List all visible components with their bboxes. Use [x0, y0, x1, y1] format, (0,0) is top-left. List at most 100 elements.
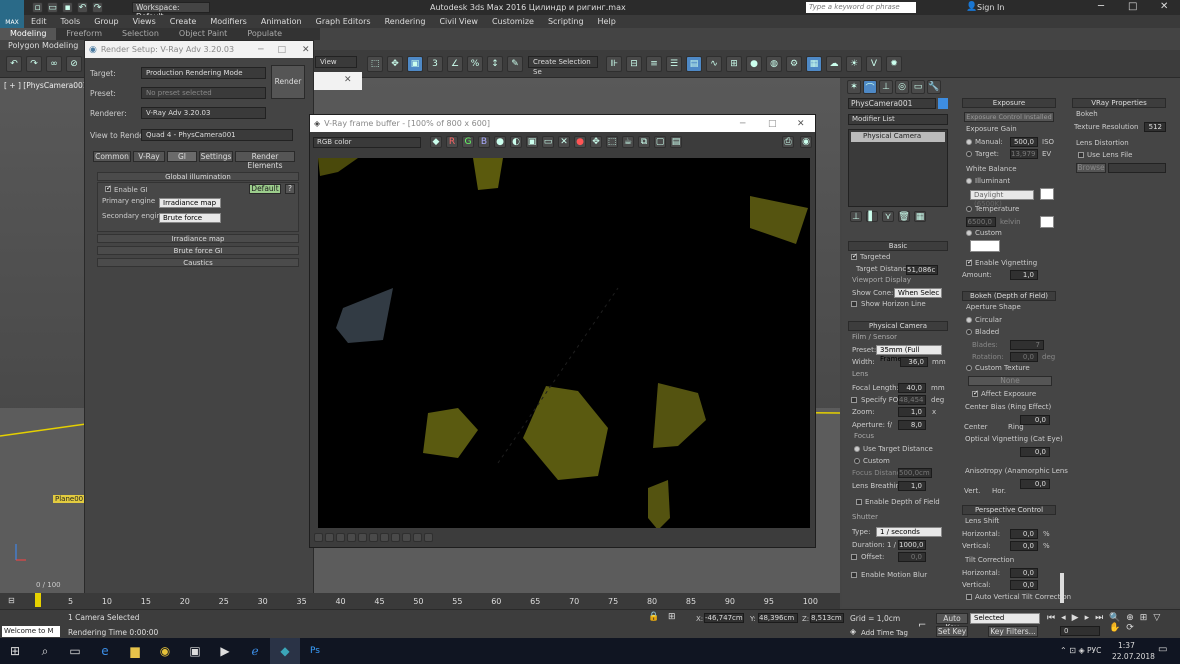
maximize-icon[interactable]: □: [768, 119, 777, 129]
pan-icon[interactable]: ✋: [1109, 623, 1120, 633]
zoom-extents-icon[interactable]: ⊞: [1140, 613, 1148, 623]
caustics-rollout[interactable]: Caustics: [97, 258, 299, 267]
specify-fov-checkbox[interactable]: [851, 397, 857, 403]
app-logo[interactable]: MAX: [0, 0, 24, 28]
link-icon[interactable]: ∞: [46, 56, 62, 72]
shift-vertical-spinner[interactable]: 0,0: [1010, 541, 1038, 551]
rendered-frame-window-icon[interactable]: ▦: [806, 56, 822, 72]
schematic-icon[interactable]: ⊞: [726, 56, 742, 72]
view-to-render-dropdown[interactable]: Quad 4 - PhysCamera001: [141, 129, 293, 141]
absolute-mode-icon[interactable]: ⊞: [668, 612, 676, 622]
tab-selection[interactable]: Selection: [112, 28, 169, 40]
tilt-horizontal-spinner[interactable]: 0,0: [1010, 568, 1038, 578]
tab-freeform[interactable]: Freeform: [56, 28, 112, 40]
previous-frame-icon[interactable]: ◂: [1061, 613, 1066, 623]
perspective-control-rollout-header[interactable]: Perspective Control: [962, 505, 1056, 515]
shift-horizontal-spinner[interactable]: 0,0: [1010, 529, 1038, 539]
remove-modifier-icon[interactable]: 🗑: [898, 211, 910, 222]
reference-coord-dropdown[interactable]: View: [315, 56, 357, 68]
blue-channel-button[interactable]: B: [478, 136, 490, 148]
film-preset-dropdown[interactable]: 35mm (Full Frame: [876, 345, 942, 363]
layer-icon[interactable]: ≡: [646, 56, 662, 72]
mono-icon[interactable]: ◐: [510, 136, 522, 148]
manual-radio[interactable]: [966, 139, 972, 145]
render-setup-titlebar[interactable]: ◉ Render Setup: V-Ray Adv 3.20.03 ─ □ ✕: [85, 41, 313, 58]
texture-resolution-spinner[interactable]: 512: [1144, 122, 1166, 132]
photoshop-icon[interactable]: Ps: [300, 638, 330, 664]
center-bias-spinner[interactable]: 0,0: [1020, 415, 1050, 425]
menu-help[interactable]: Help: [591, 15, 623, 28]
modifier-stack[interactable]: Physical Camera: [848, 129, 948, 207]
tab-render-elements[interactable]: Render Elements: [235, 151, 295, 170]
maximize-icon[interactable]: □: [1128, 1, 1137, 12]
texture-none-button[interactable]: None: [968, 376, 1052, 386]
bladed-radio[interactable]: [966, 329, 972, 335]
timeline-config-icon[interactable]: ⊟: [8, 596, 15, 605]
edit-named-selection-icon[interactable]: ✎: [507, 56, 523, 72]
menu-views[interactable]: Views: [126, 15, 163, 28]
hierarchy-tab-icon[interactable]: ⊥: [879, 80, 893, 94]
motion-blur-checkbox[interactable]: [851, 572, 857, 578]
alpha-icon[interactable]: ●: [494, 136, 506, 148]
default-mode-button[interactable]: Default: [249, 184, 281, 194]
physical-camera-rollout-header[interactable]: Physical Camera: [848, 321, 948, 331]
menu-edit[interactable]: Edit: [24, 15, 54, 28]
spinner-snap-icon[interactable]: ↕: [487, 56, 503, 72]
ocio-icon[interactable]: [380, 533, 389, 542]
rotation-spinner[interactable]: 0,0: [1010, 352, 1038, 362]
iso-spinner[interactable]: 500,0: [1010, 137, 1038, 147]
color-picker-icon[interactable]: ◆: [430, 136, 442, 148]
sign-in-link[interactable]: Sign In: [977, 3, 1004, 12]
temperature-radio[interactable]: [966, 206, 972, 212]
tab-gi[interactable]: GI: [167, 151, 197, 162]
pin-stack-icon[interactable]: ⊥: [850, 211, 862, 222]
minimize-icon[interactable]: ─: [740, 119, 745, 129]
object-name-input[interactable]: PhysCamera001: [848, 98, 936, 109]
material-editor-slate-icon[interactable]: ◍: [766, 56, 782, 72]
3ds-max-taskbar-icon[interactable]: ◆: [270, 638, 300, 664]
close-icon[interactable]: ✕: [797, 119, 805, 129]
primary-engine-dropdown[interactable]: Irradiance map: [159, 198, 221, 208]
mirror-icon[interactable]: ⊪: [606, 56, 622, 72]
bokeh-rollout-header[interactable]: Bokeh (Depth of Field): [962, 291, 1056, 301]
history-icon[interactable]: ▤: [670, 136, 682, 148]
menu-create[interactable]: Create: [163, 15, 204, 28]
custom-wb-swatch[interactable]: [970, 240, 1000, 252]
compare-icon[interactable]: [424, 533, 433, 542]
menu-rendering[interactable]: Rendering: [378, 15, 433, 28]
lock-selection-icon[interactable]: 🔒: [648, 612, 659, 622]
tab-common[interactable]: Common: [93, 151, 131, 162]
align-icon[interactable]: ⊟: [626, 56, 642, 72]
search-input[interactable]: Type a keyword or phrase: [806, 2, 916, 13]
vray-toolbar-icon[interactable]: V: [866, 56, 882, 72]
modify-tab-icon[interactable]: ⌒: [863, 80, 877, 94]
modifier-list-dropdown[interactable]: Modifier List: [848, 114, 948, 125]
show-horizon-checkbox[interactable]: [851, 301, 857, 307]
chrome-icon[interactable]: ◉: [150, 638, 180, 664]
fov-icon[interactable]: ▽: [1153, 613, 1160, 623]
new-icon[interactable]: ▫: [32, 2, 43, 13]
illuminant-color-swatch[interactable]: [1040, 188, 1054, 200]
ribbon-toggle-icon[interactable]: ▤: [686, 56, 702, 72]
time-tag-icon[interactable]: ◈: [850, 627, 856, 636]
render-iterative-icon[interactable]: ☀: [846, 56, 862, 72]
auto-key-button[interactable]: Auto Key: [936, 613, 968, 632]
redo-icon[interactable]: ↷: [92, 2, 103, 13]
link-to-vfb-icon[interactable]: ⧉: [638, 136, 650, 148]
clock-date[interactable]: 22.07.2018: [1112, 652, 1155, 661]
pixel-info-icon[interactable]: [391, 533, 400, 542]
scale-icon[interactable]: ⬚: [367, 56, 383, 72]
named-selection-dropdown[interactable]: Create Selection Se: [528, 56, 598, 76]
load-image-icon[interactable]: ▭: [542, 136, 554, 148]
vray-light-icon[interactable]: ✹: [886, 56, 902, 72]
menu-civil-view[interactable]: Civil View: [432, 15, 485, 28]
undo-icon[interactable]: ↶: [6, 56, 22, 72]
stack-item-physical-camera[interactable]: Physical Camera: [851, 132, 945, 142]
show-end-result-icon[interactable]: ▌: [866, 211, 878, 222]
render-button[interactable]: Render: [271, 65, 305, 99]
menu-animation[interactable]: Animation: [254, 15, 309, 28]
zoom-all-icon[interactable]: ⊕: [1126, 613, 1134, 623]
go-to-end-icon[interactable]: ⏭: [1095, 613, 1103, 623]
show-cone-dropdown[interactable]: When Selec: [894, 288, 942, 298]
aperture-spinner[interactable]: 8,0: [898, 420, 926, 430]
